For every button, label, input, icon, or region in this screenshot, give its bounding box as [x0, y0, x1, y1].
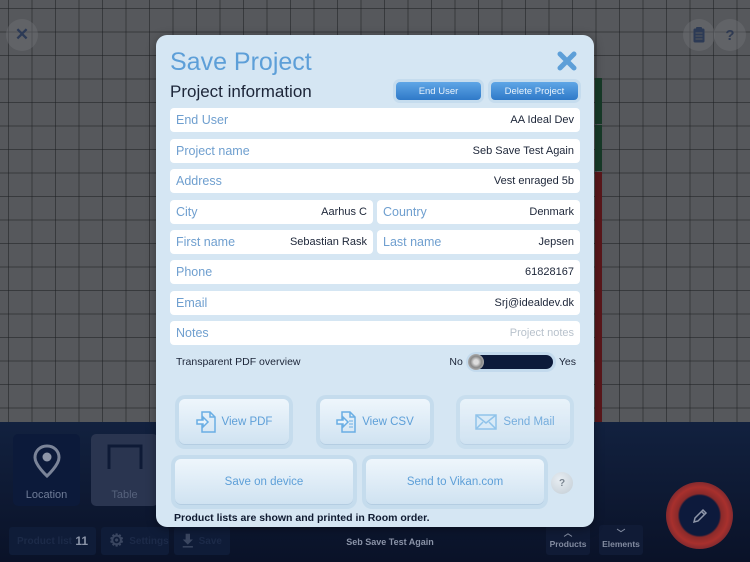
location-pin-icon — [32, 444, 61, 478]
pencil-icon — [692, 508, 707, 523]
footnote: Product lists are shown and printed in R… — [174, 512, 430, 524]
notes-field[interactable]: Notes Project notes — [170, 321, 580, 345]
field-value: 61828167 — [525, 266, 574, 278]
tile-label: Location — [25, 489, 68, 501]
notes-placeholder: Project notes — [509, 327, 574, 339]
close-icon: ✕ — [14, 25, 30, 44]
tile-label: Table — [111, 489, 138, 501]
field-label: Email — [176, 296, 208, 310]
help-icon: ? — [558, 477, 566, 489]
clipboard-button[interactable] — [683, 19, 715, 51]
transparent-pdf-toggle[interactable] — [467, 354, 553, 370]
save-project-dialog: Save Project Project information End Use… — [156, 35, 594, 527]
wall-element[interactable] — [595, 78, 602, 124]
close-icon — [557, 51, 577, 71]
help-icon: ? — [725, 26, 735, 44]
field-label: Notes — [176, 326, 209, 340]
field-label: Phone — [176, 265, 213, 279]
settings-label: Settings — [129, 535, 169, 547]
field-label: City — [176, 205, 198, 219]
country-field[interactable]: Country Denmark — [377, 200, 580, 224]
pdf-file-icon — [195, 411, 216, 433]
field-value: Srj@idealdev.dk — [494, 297, 574, 309]
wall-element[interactable] — [595, 125, 602, 171]
toggle-off-label: No — [449, 356, 463, 368]
send-mail-label: Send Mail — [503, 416, 555, 428]
chevron-down-icon: ﹀ — [616, 528, 626, 538]
mail-icon — [475, 414, 498, 430]
city-field[interactable]: City Aarhus C — [170, 200, 373, 224]
field-label: End User — [176, 113, 229, 127]
field-label: Last name — [383, 235, 442, 249]
save-label: Save — [198, 535, 222, 547]
field-label: Address — [176, 174, 222, 188]
section-title: Project information — [170, 82, 312, 101]
elements-label: Elements — [602, 539, 640, 549]
help-button[interactable]: ? — [714, 19, 746, 51]
field-value: Jepsen — [538, 236, 574, 248]
field-value: Seb Save Test Again — [472, 145, 574, 157]
field-value: Vest enraged 5b — [493, 175, 574, 187]
products-label: Products — [549, 539, 587, 549]
first-name-field[interactable]: First name Sebastian Rask — [170, 230, 373, 254]
tile-table[interactable]: Table — [91, 434, 158, 506]
view-csv-label: View CSV — [362, 416, 414, 428]
send-mail-button[interactable]: Send Mail — [460, 399, 570, 445]
close-button[interactable]: ✕ — [6, 19, 38, 51]
wall-element[interactable] — [595, 172, 602, 422]
field-label: First name — [176, 235, 236, 249]
table-icon — [107, 444, 142, 469]
toggle-knob[interactable] — [467, 354, 484, 370]
clipboard-icon — [693, 27, 705, 43]
field-label: Country — [383, 205, 427, 219]
edit-fab-button[interactable] — [666, 482, 733, 549]
field-value: Denmark — [529, 206, 574, 218]
view-pdf-button[interactable]: View PDF — [179, 399, 289, 445]
field-label: Project name — [176, 144, 250, 158]
tile-location[interactable]: Location — [13, 434, 80, 506]
view-pdf-label: View PDF — [221, 416, 273, 428]
chevron-up-icon: ︿ — [563, 528, 573, 538]
phone-field[interactable]: Phone 61828167 — [170, 260, 580, 284]
view-csv-button[interactable]: View CSV — [320, 399, 430, 445]
help-button[interactable]: ? — [551, 472, 573, 494]
send-to-vikan-button[interactable]: Send to Vikan.com — [366, 459, 544, 505]
csv-file-icon — [336, 411, 356, 433]
transparent-pdf-row: Transparent PDF overview No Yes — [176, 354, 576, 370]
settings-button[interactable]: ⚙ Settings — [101, 527, 169, 555]
dialog-title: Save Project — [170, 48, 312, 76]
download-icon — [182, 533, 193, 548]
product-count: 11 — [75, 534, 88, 548]
last-name-field[interactable]: Last name Jepsen — [377, 230, 580, 254]
field-value: AA Ideal Dev — [510, 114, 574, 126]
project-title: Seb Save Test Again — [346, 537, 434, 547]
save-on-device-button[interactable]: Save on device — [175, 459, 353, 505]
product-list-button[interactable]: Product list 11 — [9, 527, 96, 555]
elements-button[interactable]: ﹀ Elements — [599, 525, 643, 555]
end-user-button[interactable]: End User — [396, 82, 481, 100]
gear-icon: ⚙ — [109, 531, 125, 550]
product-list-label: Product list — [17, 535, 73, 547]
products-button[interactable]: ︿ Products — [546, 525, 590, 555]
field-value: Sebastian Rask — [289, 236, 367, 248]
toggle-on-label: Yes — [558, 356, 576, 368]
field-value: Aarhus C — [321, 206, 367, 218]
dialog-close-button[interactable] — [556, 50, 578, 72]
end-user-field[interactable]: End User AA Ideal Dev — [170, 108, 580, 132]
email-field[interactable]: Email Srj@idealdev.dk — [170, 291, 580, 315]
project-name-field[interactable]: Project name Seb Save Test Again — [170, 139, 580, 163]
save-button[interactable]: Save — [174, 527, 230, 555]
address-field[interactable]: Address Vest enraged 5b — [170, 169, 580, 193]
toggle-label: Transparent PDF overview — [176, 356, 301, 368]
delete-project-button[interactable]: Delete Project — [491, 82, 578, 100]
